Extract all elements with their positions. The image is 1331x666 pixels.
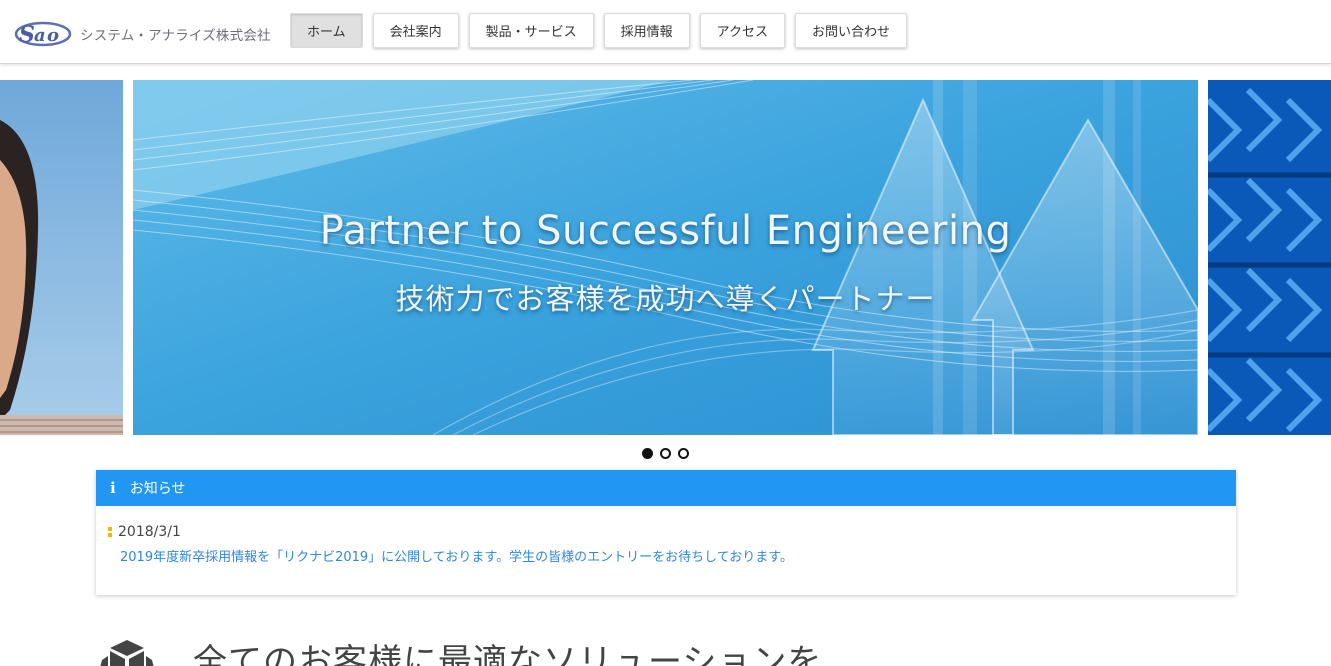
slide-title: Partner to Successful Engineering <box>319 208 1012 254</box>
svg-text:o: o <box>47 25 59 46</box>
nav-contact[interactable]: お問い合わせ <box>795 13 908 48</box>
main-nav: ホーム 会社案内 製品・サービス 採用情報 アクセス お問い合わせ <box>290 13 917 48</box>
news-heading: お知らせ <box>129 481 186 497</box>
nav-company[interactable]: 会社案内 <box>372 13 459 48</box>
news-panel: i お知らせ 2018/3/1 2019年度新卒採用情報を「リクナビ2019」に… <box>96 470 1236 595</box>
slide-previous[interactable] <box>0 80 123 435</box>
site-header: S a o システム・アナライズ株式会社 ホーム 会社案内 製品・サービス 採用… <box>0 0 1331 64</box>
carousel-dot-3[interactable] <box>678 448 689 459</box>
nav-products[interactable]: 製品・サービス <box>468 13 594 48</box>
nav-label: アクセス <box>716 25 769 40</box>
nav-access[interactable]: アクセス <box>699 13 786 48</box>
carousel-dot-2[interactable] <box>660 448 671 459</box>
info-icon: i <box>110 479 116 497</box>
nav-home[interactable]: ホーム <box>290 13 363 48</box>
list-item: 2018/3/1 2019年度新卒採用情報を「リクナビ2019」に公開しておりま… <box>108 524 793 565</box>
nav-label: 製品・サービス <box>485 25 577 40</box>
carousel-dots <box>642 448 696 459</box>
svg-text:S: S <box>19 22 35 48</box>
logo[interactable]: S a o システム・アナライズ株式会社 <box>14 18 271 50</box>
svg-text:a: a <box>34 25 46 46</box>
news-header: i お知らせ <box>96 470 1236 506</box>
hero-carousel[interactable]: Partner to Successful Engineering 技術力でお客… <box>0 80 1331 435</box>
slide-current[interactable]: Partner to Successful Engineering 技術力でお客… <box>133 80 1198 435</box>
nav-label: お問い合わせ <box>812 25 891 40</box>
section-title: 全てのお客様に最適なソリューションを <box>193 642 823 666</box>
slide-subtitle: 技術力でお客様を成功へ導くパートナー <box>395 282 936 316</box>
nav-label: ホーム <box>307 25 346 40</box>
cube-icon <box>98 638 156 666</box>
bullet-icon <box>108 527 112 537</box>
slide-next[interactable] <box>1208 80 1331 435</box>
sao-logo-icon: S a o <box>14 19 72 49</box>
nav-recruit[interactable]: 採用情報 <box>603 13 690 48</box>
nav-label: 会社案内 <box>389 25 442 40</box>
company-name: システム・アナライズ株式会社 <box>80 28 271 44</box>
news-date: 2018/3/1 <box>118 524 181 540</box>
nav-label: 採用情報 <box>620 25 673 40</box>
news-link[interactable]: 2019年度新卒採用情報を「リクナビ2019」に公開しております。学生の皆様のエ… <box>120 546 793 565</box>
carousel-dot-1[interactable] <box>642 448 653 459</box>
news-date-row: 2018/3/1 <box>108 524 793 540</box>
